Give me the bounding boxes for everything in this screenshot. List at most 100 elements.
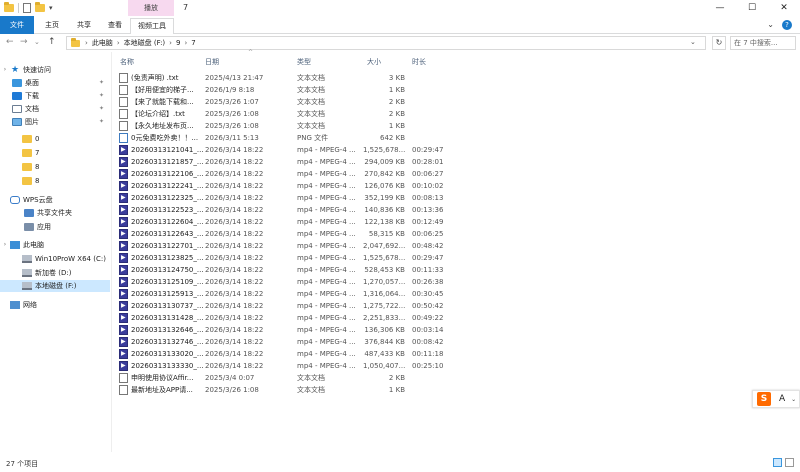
file-row[interactable]: 20260313133330_...2026/3/14 18:22 mp4 - M…: [116, 360, 446, 372]
file-row[interactable]: 20260313130737_...2026/3/14 18:22 mp4 - M…: [116, 300, 446, 312]
nav-drive-f[interactable]: 本地磁盘 (F:): [0, 280, 110, 292]
video-file-icon: [119, 192, 128, 204]
file-row[interactable]: 20260313122604_...2026/3/14 18:22 mp4 - M…: [116, 216, 446, 228]
ribbon-controls: ⌄ ?: [767, 20, 792, 30]
file-row[interactable]: 20260313124750_...2026/3/14 18:22 mp4 - M…: [116, 264, 446, 276]
nav-pictures[interactable]: 图片 ✦: [0, 116, 110, 128]
nav-desktop[interactable]: 桌面 ✦: [0, 77, 110, 89]
file-name: 最新地址及APP请...: [131, 386, 193, 394]
nav-folder-8-b[interactable]: 8: [0, 175, 110, 187]
customize-toolbar-icon[interactable]: ▾: [49, 4, 53, 12]
computer-icon: [10, 241, 20, 249]
file-row[interactable]: 20260313122325_...2026/3/14 18:22 mp4 - M…: [116, 192, 446, 204]
breadcrumb-this-pc[interactable]: 此电脑: [92, 38, 113, 48]
file-length: 00:13:36: [412, 206, 444, 214]
input-language[interactable]: A: [779, 394, 785, 404]
file-row[interactable]: 20260313131428_...2026/3/14 18:22 mp4 - M…: [116, 312, 446, 324]
address-dropdown-icon[interactable]: ⌄: [690, 38, 696, 46]
tab-file[interactable]: 文件: [0, 16, 34, 34]
nav-this-pc[interactable]: › 此电脑: [0, 239, 110, 251]
file-date: 2026/3/14 18:22: [205, 146, 264, 154]
file-row[interactable]: 20260313122241_...2026/3/14 18:22 mp4 - M…: [116, 180, 446, 192]
file-row[interactable]: 20260313121857_...2026/3/14 18:22 mp4 - M…: [116, 156, 446, 168]
nav-drive-c[interactable]: Win10ProW X64 (C:): [0, 253, 110, 265]
expand-icon[interactable]: ›: [0, 64, 10, 76]
large-icons-view-icon[interactable]: [785, 458, 794, 467]
column-type[interactable]: 类型: [297, 57, 311, 67]
pane-splitter[interactable]: [111, 52, 112, 452]
details-view-icon[interactable]: [773, 458, 782, 467]
column-name[interactable]: 名称: [120, 57, 134, 67]
file-row[interactable]: 20260313122643_...2026/3/14 18:22 mp4 - M…: [116, 228, 446, 240]
help-icon[interactable]: ?: [782, 20, 792, 30]
file-row[interactable]: 最新地址及APP请... 2025/3/26 1:08 文本文档 1 KB: [116, 384, 446, 396]
file-row[interactable]: 20260313125913_...2026/3/14 18:22 mp4 - M…: [116, 288, 446, 300]
nav-folder-7[interactable]: 7: [0, 147, 110, 159]
file-row[interactable]: 申明使用协议Affir... 2025/3/4 0:07 文本文档 2 KB: [116, 372, 446, 384]
file-row[interactable]: 0元免费吃外卖！！... 2026/3/11 5:13 PNG 文件 642 KB: [116, 132, 446, 144]
breadcrumb-folder-9[interactable]: 9: [176, 39, 180, 47]
column-size[interactable]: 大小: [367, 57, 381, 67]
file-row[interactable]: 【永久地址发布页... 2025/3/26 1:08 文本文档 1 KB: [116, 120, 446, 132]
refresh-button[interactable]: ↻: [712, 36, 726, 50]
column-length[interactable]: 时长: [412, 57, 426, 67]
file-row[interactable]: 20260313133020_...2026/3/14 18:22 mp4 - M…: [116, 348, 446, 360]
file-row[interactable]: 20260313122701_...2026/3/14 18:22 mp4 - M…: [116, 240, 446, 252]
collapse-ribbon-icon[interactable]: ⌄: [767, 20, 774, 30]
minimize-button[interactable]: —: [704, 0, 736, 16]
tab-video-tools[interactable]: 视频工具: [130, 18, 174, 34]
up-arrow-icon[interactable]: ↑: [48, 37, 56, 47]
nav-quick-access[interactable]: › ★ 快速访问: [0, 64, 110, 76]
nav-drive-d[interactable]: 新加卷 (D:): [0, 267, 110, 279]
properties-icon[interactable]: [23, 3, 31, 13]
file-row[interactable]: 20260313132746_...2026/3/14 18:22 mp4 - M…: [116, 336, 446, 348]
tab-home[interactable]: 主页: [38, 18, 66, 34]
file-row[interactable]: 20260313122106_...2026/3/14 18:22 mp4 - M…: [116, 168, 446, 180]
nav-apps[interactable]: 应用: [0, 221, 110, 233]
address-field[interactable]: › 此电脑 › 本地磁盘 (F:) › 9 › 7: [66, 36, 706, 50]
tab-share[interactable]: 共享: [70, 18, 98, 34]
nav-label: 8: [35, 177, 40, 185]
breadcrumb-drive-f[interactable]: 本地磁盘 (F:): [124, 38, 166, 48]
nav-downloads[interactable]: 下载 ✦: [0, 90, 110, 102]
breadcrumb-folder-7[interactable]: 7: [191, 39, 195, 47]
file-row[interactable]: 20260313122523_...2026/3/14 18:22 mp4 - M…: [116, 204, 446, 216]
recent-locations-icon[interactable]: ⌄: [34, 38, 40, 46]
file-date: 2026/3/14 18:22: [205, 326, 264, 334]
search-input[interactable]: 在 7 中搜索...: [730, 36, 796, 50]
file-date: 2026/3/14 18:22: [205, 206, 264, 214]
column-date[interactable]: 日期: [205, 57, 219, 67]
nav-folder-8[interactable]: 8: [0, 161, 110, 173]
file-row[interactable]: 20260313125109_...2026/3/14 18:22 mp4 - M…: [116, 276, 446, 288]
nav-network[interactable]: 网络: [0, 299, 110, 311]
file-row[interactable]: 【来了就能下载和... 2025/3/26 1:07 文本文档 2 KB: [116, 96, 446, 108]
back-arrow-icon[interactable]: ←: [6, 37, 14, 47]
ime-options-icon[interactable]: ⌄: [791, 396, 796, 403]
nav-folder-0[interactable]: 0: [0, 133, 110, 145]
nav-documents[interactable]: 文档 ✦: [0, 103, 110, 115]
file-row[interactable]: 【好用便宜的梯子... 2026/1/9 8:18 文本文档 1 KB: [116, 84, 446, 96]
file-row[interactable]: 20260313132646_...2026/3/14 18:22 mp4 - M…: [116, 324, 446, 336]
close-button[interactable]: ✕: [768, 0, 800, 16]
file-row[interactable]: 20260313121041_...2026/3/14 18:22 mp4 - M…: [116, 144, 446, 156]
file-name: 20260313122106_...: [131, 170, 204, 178]
forward-arrow-icon[interactable]: →: [20, 37, 28, 47]
expand-icon[interactable]: ›: [0, 239, 10, 251]
nav-label: 新加卷 (D:): [35, 269, 72, 277]
file-row[interactable]: 20260313123825_...2026/3/14 18:22 mp4 - M…: [116, 252, 446, 264]
video-file-icon: [119, 312, 128, 324]
new-folder-icon[interactable]: [35, 2, 45, 12]
file-row[interactable]: (免责声明) .txt 2025/4/13 21:47 文本文档 3 KB: [116, 72, 446, 84]
file-name: 【论坛介绍】.txt: [131, 110, 185, 118]
text-file-icon: [119, 85, 128, 95]
file-size: 1 KB: [388, 386, 405, 394]
drive-icon: [22, 282, 32, 290]
nav-shared-folder[interactable]: 共享文件夹: [0, 207, 110, 219]
file-type: mp4 - MPEG-4 ...: [297, 230, 356, 238]
file-row[interactable]: 【论坛介绍】.txt 2025/3/26 1:08 文本文档 2 KB: [116, 108, 446, 120]
tab-view[interactable]: 查看: [101, 18, 129, 34]
nav-wps-cloud[interactable]: WPS云盘: [0, 194, 110, 206]
maximize-button[interactable]: ☐: [736, 0, 768, 16]
video-file-icon: [119, 300, 128, 312]
ime-toolbar[interactable]: S A ⌄: [752, 390, 800, 408]
